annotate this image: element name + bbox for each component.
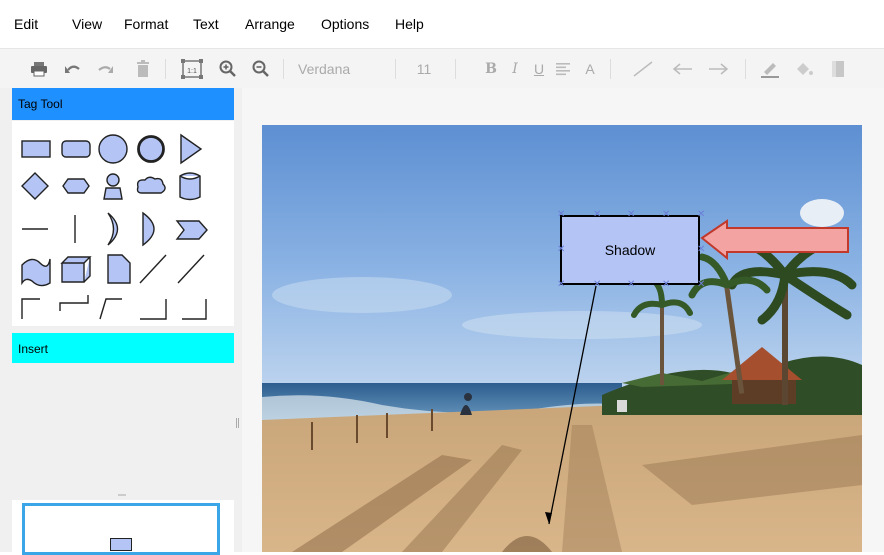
tag-tool-header[interactable]: Tag Tool: [12, 88, 234, 120]
zoom-in-icon[interactable]: [217, 57, 239, 81]
undo-icon[interactable]: [62, 57, 84, 81]
menu-bar: Edit View Format Text Arrange Options He…: [0, 0, 884, 48]
actor-shape[interactable]: [103, 173, 123, 200]
selection-handle-sw[interactable]: ✕: [557, 280, 565, 290]
triangle-shape[interactable]: [180, 133, 203, 165]
align-icon[interactable]: [554, 57, 572, 81]
beach-photo: [262, 125, 862, 552]
print-icon[interactable]: [28, 57, 50, 81]
arrow-left-icon[interactable]: [670, 57, 696, 81]
menu-help[interactable]: Help: [395, 16, 424, 32]
half-circle-shape[interactable]: [142, 211, 155, 247]
connector-step-shape[interactable]: [21, 298, 40, 319]
line-tool-icon[interactable]: [630, 57, 656, 81]
fill-color-icon[interactable]: [792, 57, 816, 81]
cube-shape[interactable]: [60, 256, 92, 283]
line-color-icon[interactable]: [758, 57, 782, 81]
connector-curve-shape[interactable]: [99, 298, 122, 320]
italic-button[interactable]: I: [507, 57, 523, 81]
shadow-toggle-icon[interactable]: [826, 57, 850, 81]
cylinder-shape[interactable]: [179, 172, 201, 201]
diagonal-line-2-shape[interactable]: [177, 254, 205, 284]
selection-handle-n3[interactable]: ✕: [662, 210, 670, 220]
menu-edit[interactable]: Edit: [14, 16, 38, 32]
font-size-input[interactable]: 11: [410, 57, 438, 81]
rounded-rectangle-shape[interactable]: [61, 140, 91, 158]
toolbar: 1:1 Verdana 11 B I U A: [0, 48, 884, 90]
ellipse-shape[interactable]: [98, 134, 128, 164]
delete-icon[interactable]: [132, 57, 154, 81]
selection-handle-s2[interactable]: ✕: [627, 280, 635, 290]
note-shape[interactable]: [107, 254, 131, 284]
insert-header[interactable]: Insert: [12, 333, 234, 365]
menu-text[interactable]: Text: [193, 16, 219, 32]
hexagon-shape[interactable]: [62, 178, 90, 194]
font-family-select[interactable]: Verdana: [298, 57, 368, 81]
diamond-shape[interactable]: [21, 172, 49, 200]
selection-handle-n1[interactable]: ✕: [593, 210, 601, 220]
arrow-right-icon[interactable]: [705, 57, 731, 81]
connector-corner-2-shape[interactable]: [182, 299, 207, 320]
menu-arrange[interactable]: Arrange: [245, 16, 295, 32]
menu-options[interactable]: Options: [321, 16, 369, 32]
selection-handle-w[interactable]: ✕: [557, 245, 565, 255]
diagonal-line-shape[interactable]: [139, 254, 167, 284]
selection-handle-ne[interactable]: ✕: [697, 210, 705, 220]
outline-shape-thumb: [110, 538, 132, 551]
cloud-shape[interactable]: [136, 176, 166, 194]
selection-handle-nw[interactable]: ✕: [557, 210, 565, 220]
svg-text:1:1: 1:1: [187, 68, 197, 75]
rectangle-shape[interactable]: [21, 140, 51, 158]
outline-viewport[interactable]: [22, 503, 220, 555]
selection-handle-s1[interactable]: ✕: [593, 280, 601, 290]
selection-handle-se[interactable]: ✕: [697, 280, 705, 290]
bold-button[interactable]: B: [483, 57, 499, 81]
panel-splitter-grip[interactable]: [236, 418, 239, 428]
menu-view[interactable]: View: [72, 16, 102, 32]
font-color-button[interactable]: A: [582, 57, 598, 81]
menu-format[interactable]: Format: [124, 16, 168, 32]
selection-handle-n2[interactable]: ✕: [627, 210, 635, 220]
shadow-label-shape[interactable]: Shadow: [560, 215, 700, 285]
shapes-palette: [12, 121, 234, 326]
wave-shape[interactable]: [21, 258, 51, 287]
double-circle-shape[interactable]: [137, 135, 165, 163]
outline-panel: [12, 500, 234, 555]
selection-handle-e[interactable]: ✕: [697, 245, 705, 255]
sidebar-resize-grip[interactable]: [118, 494, 126, 496]
step-shape[interactable]: [175, 220, 208, 240]
connector-corner-shape[interactable]: [140, 299, 167, 320]
zoom-out-icon[interactable]: [250, 57, 272, 81]
selection-handle-s3[interactable]: ✕: [662, 280, 670, 290]
insert-panel: [12, 363, 234, 493]
underline-button[interactable]: U: [531, 57, 547, 81]
redo-icon[interactable]: [94, 57, 116, 81]
actual-size-icon[interactable]: 1:1: [178, 57, 206, 81]
connector-elbow-shape[interactable]: [59, 295, 89, 311]
moon-shape[interactable]: [107, 212, 119, 246]
